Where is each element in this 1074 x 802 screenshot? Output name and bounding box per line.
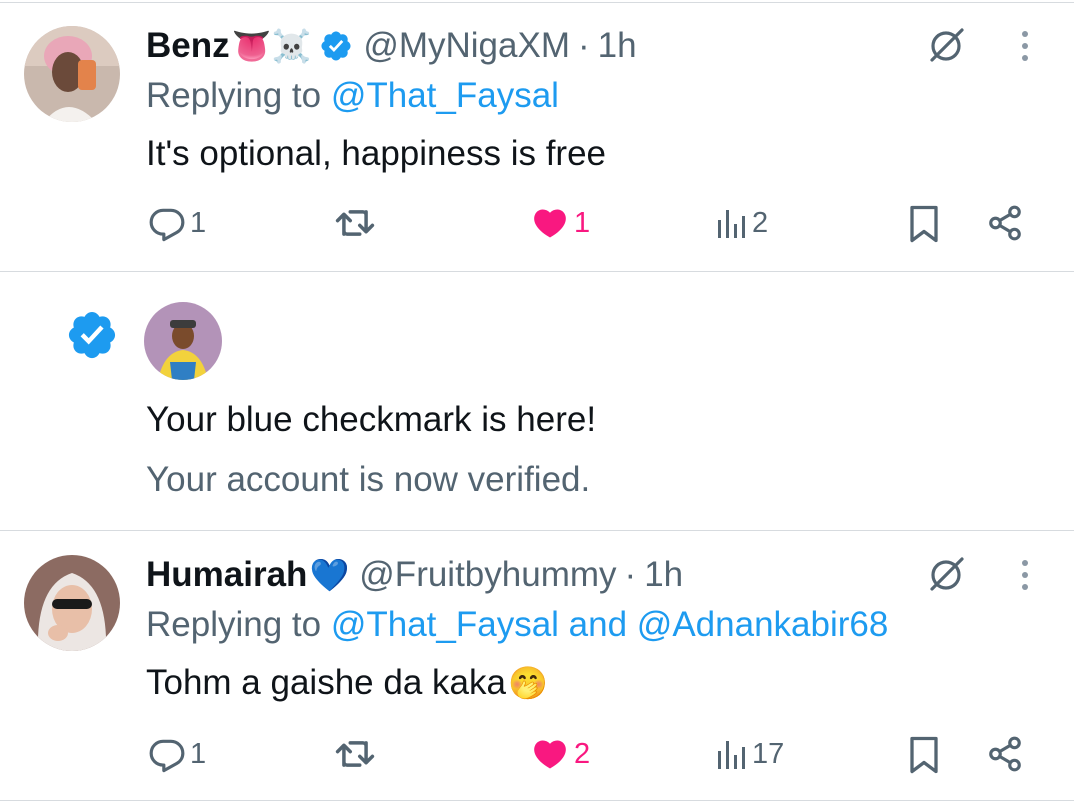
views-button[interactable]: 2 [716,204,768,242]
retweet-icon [335,741,375,767]
avatar[interactable] [144,302,222,380]
display-name[interactable]: Benz [146,26,230,66]
replying-prefix: Replying to [146,605,322,644]
separator: · [624,555,637,594]
bookmark-button[interactable] [906,204,942,244]
grok-icon[interactable] [926,553,968,595]
timestamp[interactable]: 1h [644,555,683,595]
tweet-header: Humairah 💙 @Fruitbyhummy · 1h [146,555,683,595]
tweet-text: Tohm a gaishe da kaka🤭 [146,663,548,703]
verified-badge-icon [319,29,353,63]
reply-button[interactable]: 1 [148,204,206,242]
share-icon [989,205,1021,241]
share-button[interactable] [986,204,1024,242]
replying-prefix: Replying to [146,76,322,115]
reply-count: 1 [190,206,207,239]
tweet-text-emoji: 🤭 [507,664,548,702]
like-button[interactable]: 2 [530,735,590,773]
replying-to: Replying to @That_Faysal and @Adnankabir… [146,605,888,645]
timestamp[interactable]: 1h [598,26,637,66]
like-button[interactable]: 1 [530,204,590,242]
display-name[interactable]: Humairah [146,555,307,595]
views-button[interactable]: 17 [716,735,784,773]
heart-filled-icon [534,209,566,238]
bottom-divider [0,800,1074,801]
separator: · [577,26,590,65]
share-button[interactable] [986,735,1024,773]
action-bar: 1 1 2 [0,198,1074,248]
bookmark-icon [910,205,938,243]
retweet-button[interactable] [334,735,376,773]
reply-icon [149,739,185,773]
views-count: 2 [752,206,769,239]
views-count: 17 [752,737,785,770]
replying-mention-link[interactable]: @That_Faysal [331,76,559,115]
reply-button[interactable]: 1 [148,735,206,773]
retweet-button[interactable] [334,204,376,242]
tweet-humairah[interactable]: Humairah 💙 @Fruitbyhummy · 1h Replying t… [0,531,1074,802]
bookmark-button[interactable] [906,735,942,775]
heart-filled-icon [534,740,566,769]
notification-subtitle: Your account is now verified. [146,460,591,499]
grok-icon[interactable] [926,24,968,66]
tweet-text-content: Tohm a gaishe da kaka [146,663,506,702]
name-emojis: 👅☠️ [231,27,312,65]
like-count: 1 [574,206,591,239]
tweet-text: It's optional, happiness is free [146,134,607,173]
like-count: 2 [574,737,591,770]
replying-to: Replying to @That_Faysal [146,76,559,116]
avatar[interactable] [24,26,120,122]
views-chart-icon [718,210,745,238]
retweet-icon [335,210,375,236]
reply-icon [149,208,185,242]
tweet-header: Benz 👅☠️ @MyNigaXM · 1h [146,26,637,66]
reply-count: 1 [190,737,207,770]
views-chart-icon [718,741,745,769]
handle[interactable]: @Fruitbyhummy [359,555,616,595]
share-icon [989,736,1021,772]
avatar[interactable] [24,555,120,651]
verified-badge-icon [65,308,119,362]
name-emojis: 💙 [309,556,350,594]
tweet-benz[interactable]: Benz 👅☠️ @MyNigaXM · 1h Replying to @Tha… [0,0,1074,272]
replying-mention-link[interactable]: @That_Faysal and @Adnankabir68 [331,605,889,644]
notification-title: Your blue checkmark is here! [146,400,597,439]
more-vertical-icon[interactable] [1010,26,1040,66]
handle[interactable]: @MyNigaXM [363,26,570,66]
more-vertical-icon[interactable] [1010,555,1040,595]
bookmark-icon [910,736,938,774]
action-bar: 1 2 17 [0,729,1074,779]
